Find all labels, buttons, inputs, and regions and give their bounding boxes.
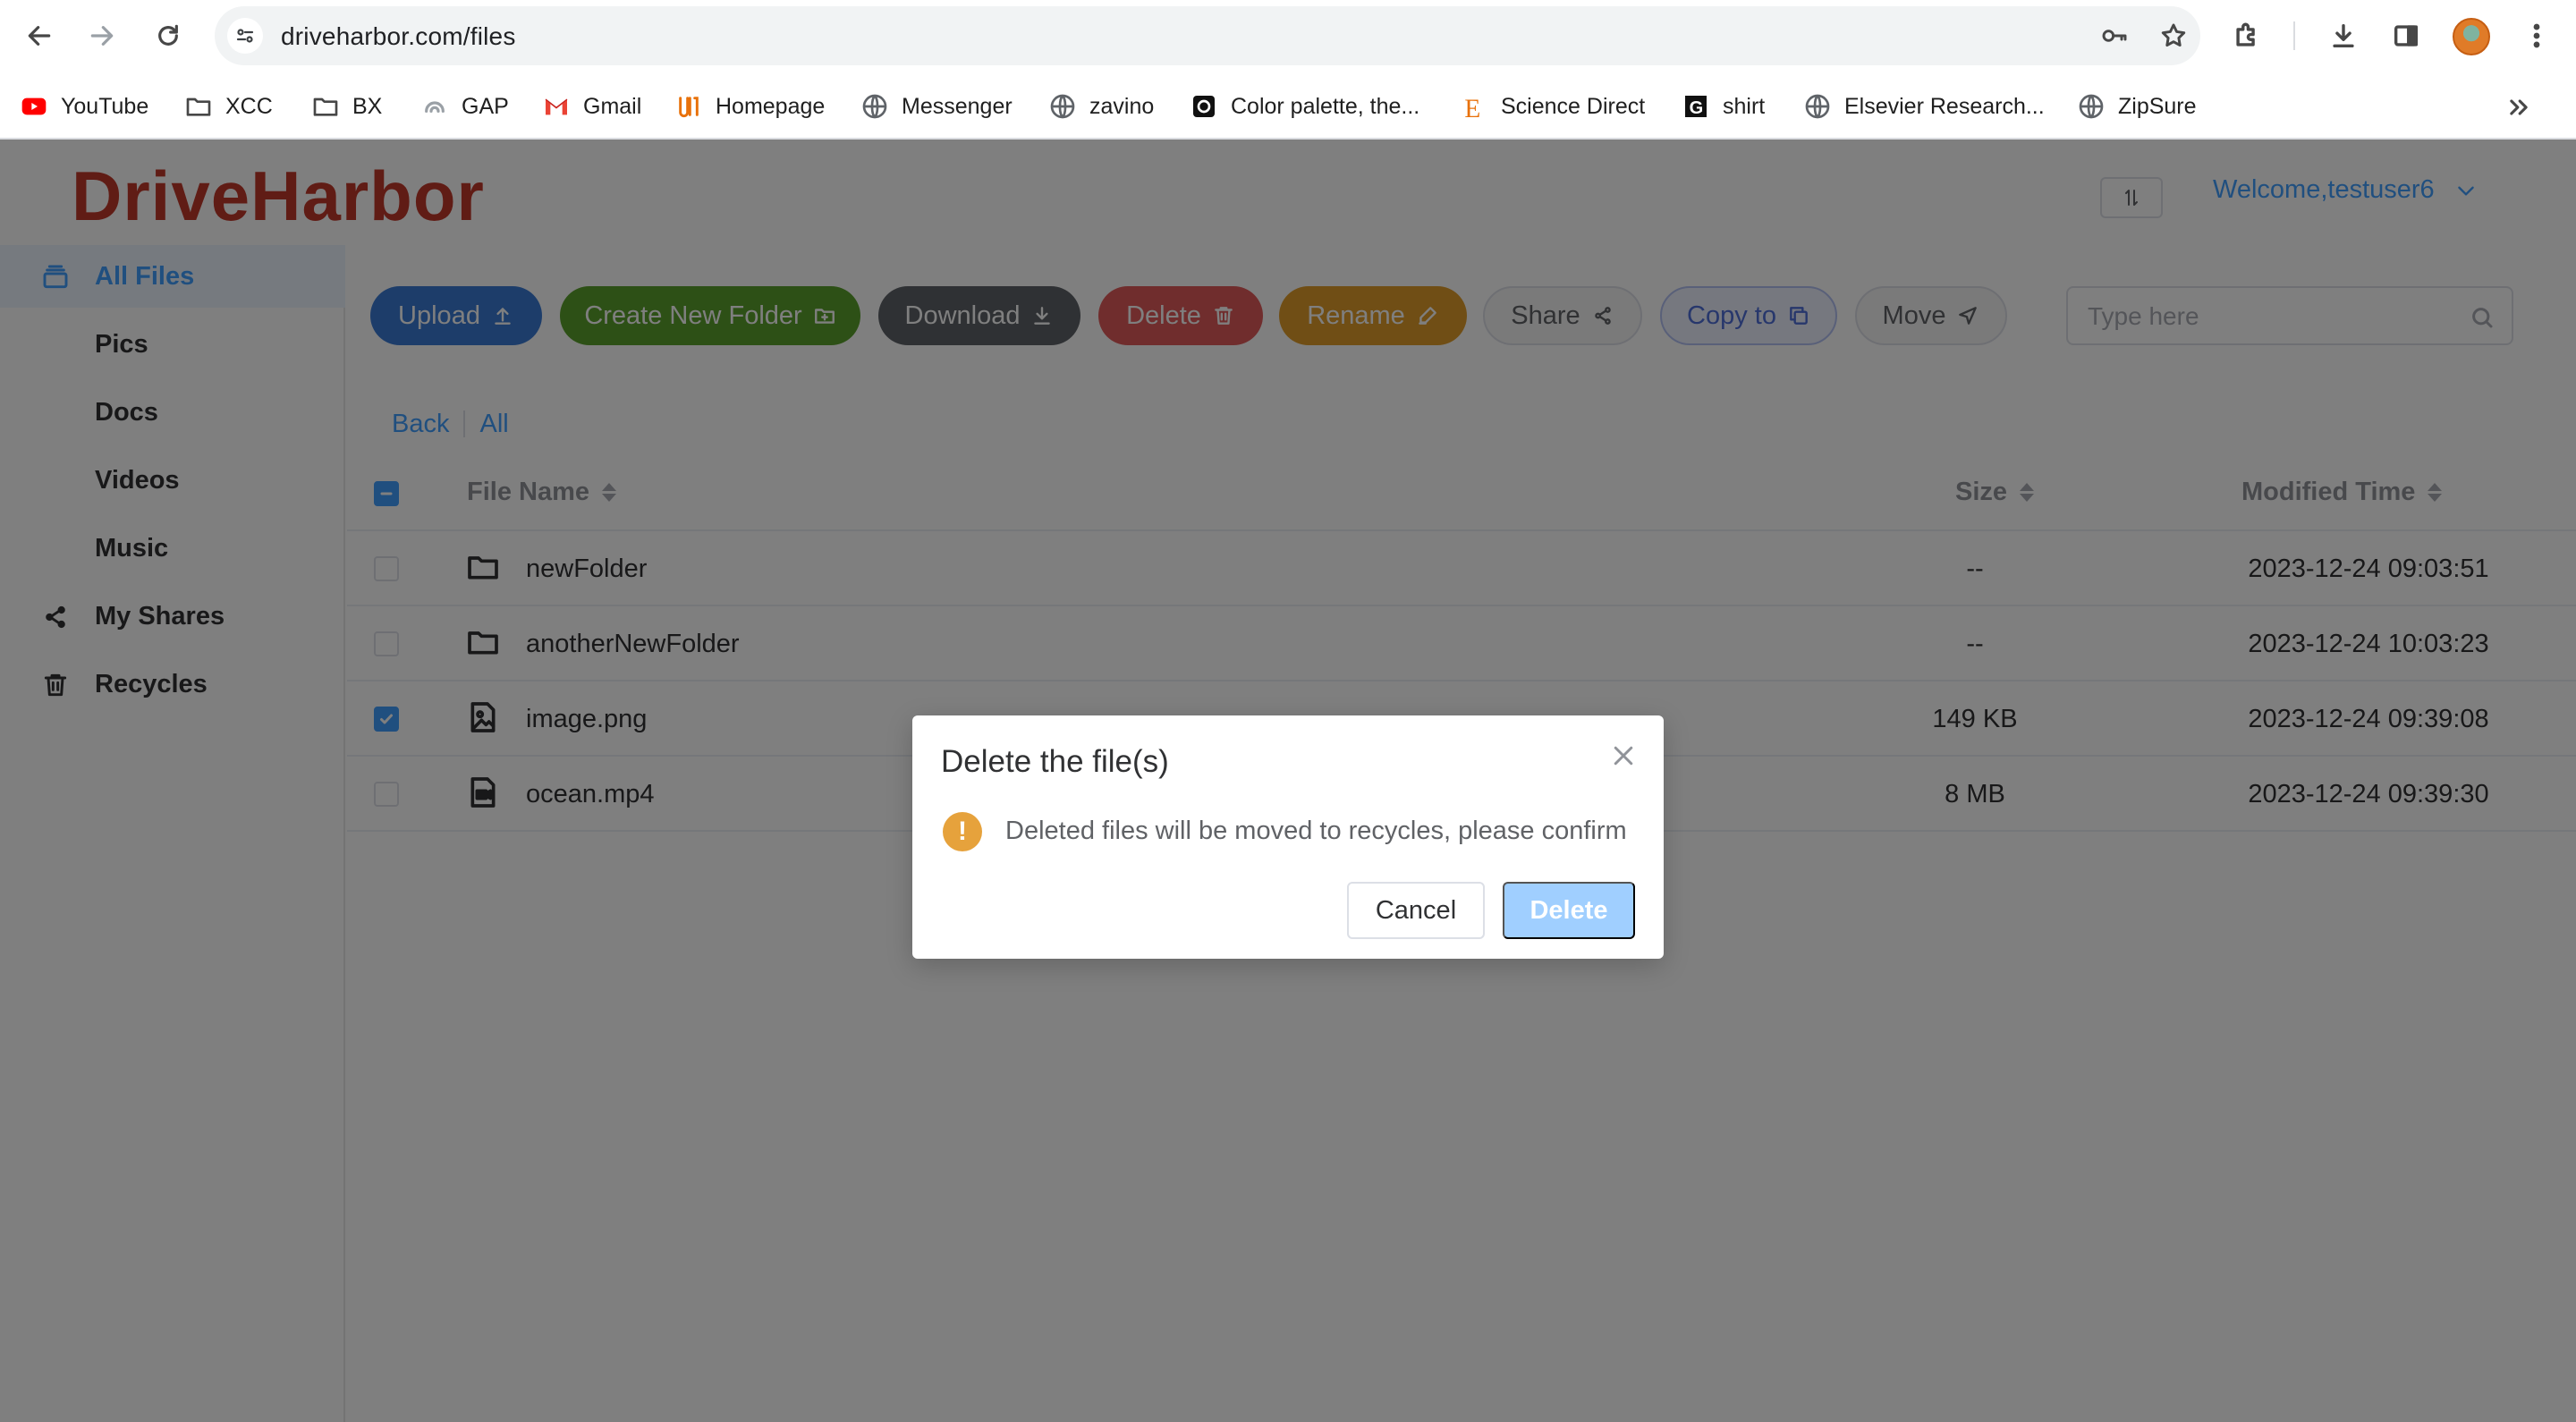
- shirt-g-icon: G: [1682, 92, 1710, 121]
- globe-icon: [1803, 92, 1832, 121]
- close-icon[interactable]: [1610, 742, 1637, 769]
- bookmark-label: shirt: [1723, 93, 1766, 119]
- gap-icon: [420, 92, 449, 121]
- bookmark-gmail[interactable]: Gmail: [542, 89, 641, 123]
- bookmark-label: Elsevier Research...: [1844, 93, 2045, 119]
- confirm-delete-button[interactable]: Delete: [1503, 882, 1635, 939]
- chrome-menu-icon[interactable]: [2515, 14, 2558, 57]
- bookmark-messenger[interactable]: Messenger: [860, 89, 1013, 123]
- bookmark-color-palette[interactable]: Color palette, the...: [1190, 89, 1419, 123]
- bookmark-elsevier-research[interactable]: Elsevier Research...: [1803, 89, 2045, 123]
- bookmark-label: GAP: [462, 93, 509, 119]
- bookmark-label: XCC: [225, 93, 273, 119]
- bookmark-label: zavino: [1089, 93, 1155, 119]
- gmail-icon: [542, 92, 571, 121]
- color-palette-icon: [1190, 92, 1218, 121]
- bookmark-star-icon[interactable]: [2156, 18, 2191, 54]
- bookmark-label: Color palette, the...: [1231, 93, 1420, 119]
- bookmarks-bar: YouTube XCC BX GAP Gmail Homepage Messen…: [0, 72, 2576, 140]
- browser-toolbar: driveharbor.com/files: [0, 0, 2576, 72]
- bookmark-science-direct[interactable]: E Science Direct: [1460, 89, 1645, 123]
- globe-icon: [2077, 92, 2106, 121]
- bookmark-label: Gmail: [583, 93, 642, 119]
- cancel-button[interactable]: Cancel: [1347, 882, 1485, 939]
- downloads-icon[interactable]: [2322, 14, 2365, 57]
- bookmark-label: BX: [352, 93, 383, 119]
- bookmark-label: YouTube: [61, 93, 149, 119]
- bookmark-xcc[interactable]: XCC: [184, 89, 273, 123]
- bookmark-zipsure[interactable]: ZipSure: [2077, 89, 2197, 123]
- delete-confirm-dialog: Delete the file(s) ! Deleted files will …: [912, 715, 1664, 959]
- toolbar-divider: [2293, 21, 2295, 50]
- svg-text:G: G: [1690, 98, 1704, 118]
- address-bar[interactable]: driveharbor.com/files: [215, 6, 2200, 65]
- bookmark-homepage[interactable]: Homepage: [674, 89, 825, 123]
- side-panel-icon[interactable]: [2385, 14, 2428, 57]
- bookmark-zavino[interactable]: zavino: [1048, 89, 1154, 123]
- homepage-icon: [674, 92, 703, 121]
- forward-arrow-icon[interactable]: [80, 14, 123, 57]
- profile-avatar[interactable]: [2453, 18, 2490, 55]
- bookmark-youtube[interactable]: YouTube: [20, 89, 148, 123]
- youtube-icon: [20, 92, 48, 121]
- globe-icon: [860, 92, 889, 121]
- bookmark-bx[interactable]: BX: [311, 89, 382, 123]
- bookmark-shirt[interactable]: G shirt: [1682, 89, 1765, 123]
- svg-text:E: E: [1464, 95, 1480, 121]
- bookmark-label: Science Direct: [1501, 93, 1646, 119]
- elsevier-e-icon: E: [1460, 92, 1488, 121]
- bookmark-label: Messenger: [902, 93, 1013, 119]
- bookmark-label: Homepage: [716, 93, 826, 119]
- extensions-puzzle-icon[interactable]: [2225, 14, 2268, 57]
- folder-icon: [184, 92, 213, 121]
- url-text[interactable]: driveharbor.com/files: [281, 22, 516, 51]
- dialog-title: Delete the file(s): [941, 744, 1169, 779]
- more-bookmarks-chevron-icon[interactable]: [2501, 89, 2537, 125]
- back-arrow-icon[interactable]: [18, 14, 61, 57]
- warning-icon: !: [943, 812, 982, 851]
- bookmark-gap[interactable]: GAP: [420, 89, 509, 123]
- password-key-icon[interactable]: [2097, 18, 2132, 54]
- reload-icon[interactable]: [147, 14, 190, 57]
- dialog-message: Deleted files will be moved to recycles,…: [1005, 817, 1627, 845]
- globe-icon: [1048, 92, 1077, 121]
- folder-icon: [311, 92, 340, 121]
- site-settings-icon[interactable]: [227, 18, 263, 54]
- bookmark-label: ZipSure: [2118, 93, 2197, 119]
